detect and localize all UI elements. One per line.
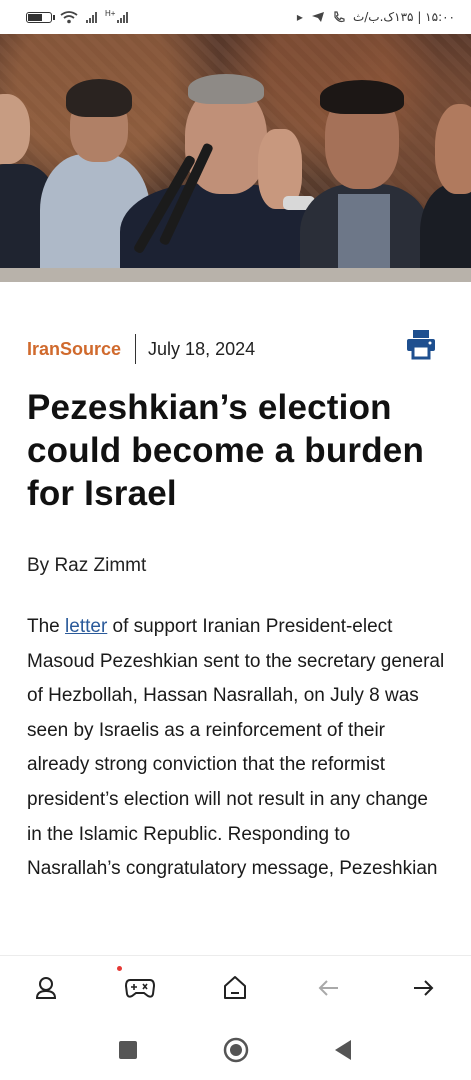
- article-meta: IranSource July 18, 2024: [27, 333, 447, 365]
- home-icon: [224, 976, 246, 999]
- back-button[interactable]: [311, 970, 347, 1006]
- back-arrow-icon: [318, 980, 338, 996]
- letter-link[interactable]: letter: [65, 616, 107, 637]
- game-button[interactable]: [122, 970, 158, 1006]
- author-name[interactable]: Raz Zimmt: [54, 555, 146, 576]
- system-nav-bar: [0, 1017, 471, 1080]
- body-text-start: The: [27, 616, 66, 637]
- article-hero-image: [0, 34, 471, 282]
- signal-icon: [117, 11, 129, 23]
- telegram-icon: [311, 12, 324, 22]
- forward-button[interactable]: [405, 970, 441, 1006]
- body-text-rest: of support Iranian President-elect Masou…: [27, 616, 445, 880]
- print-icon: [407, 330, 435, 360]
- byline: By Raz Zimmt: [27, 555, 146, 577]
- status-left: H+: [26, 8, 129, 24]
- home-button[interactable]: [217, 970, 253, 1006]
- recents-square-icon: [119, 1041, 137, 1059]
- home-nav-button[interactable]: [221, 1035, 251, 1065]
- meta-divider: [135, 334, 137, 364]
- publish-date: July 18, 2024: [148, 338, 256, 359]
- browser-toolbar: [0, 955, 471, 1018]
- wifi-icon: [60, 10, 78, 23]
- game-icon: [125, 979, 155, 998]
- forward-arrow-icon: [414, 980, 434, 996]
- back-triangle-icon: [335, 1040, 351, 1060]
- profile-button[interactable]: [28, 970, 64, 1006]
- source-link[interactable]: IranSource: [27, 339, 121, 360]
- battery-icon: [26, 11, 55, 23]
- status-bar: H+ ▸ ۱۵:۰۰ | ۱۳۵ک.ب/ث: [0, 0, 471, 34]
- status-right: ▸ ۱۵:۰۰ | ۱۳۵ک.ب/ث: [297, 10, 455, 24]
- article-title: Pezeshkian’s election could become a bur…: [27, 388, 425, 513]
- recents-button[interactable]: [113, 1035, 143, 1065]
- signal-icon: [86, 11, 97, 23]
- play-icon: ▸: [296, 10, 303, 24]
- article-body: The letter of support Iranian President-…: [27, 610, 447, 887]
- byline-prefix: By: [27, 555, 55, 576]
- call-icon: [334, 11, 345, 23]
- status-time: ۱۵:۰۰ | ۱۳۵ک.ب/ث: [352, 10, 455, 24]
- back-nav-button[interactable]: [328, 1035, 358, 1065]
- print-button[interactable]: [405, 328, 437, 360]
- home-circle-icon: [223, 1037, 249, 1063]
- network-type-label: H+: [105, 8, 116, 18]
- profile-icon: [35, 977, 57, 999]
